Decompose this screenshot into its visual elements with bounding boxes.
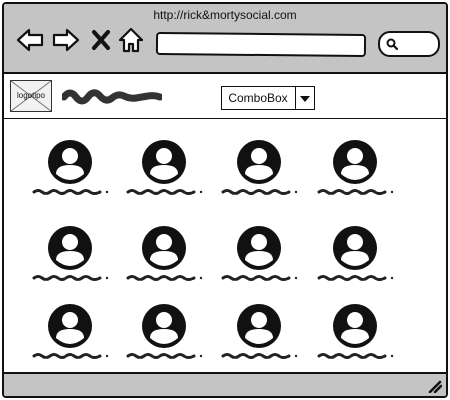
profile-name-scribble — [219, 274, 299, 282]
profile-card[interactable] — [315, 138, 395, 208]
search-input[interactable] — [378, 31, 440, 57]
profile-name-scribble — [30, 352, 110, 360]
profile-card[interactable] — [30, 224, 110, 294]
user-avatar-icon — [331, 138, 379, 186]
profile-name-scribble — [124, 188, 204, 196]
profile-card[interactable] — [219, 302, 299, 372]
back-arrow-icon[interactable] — [16, 27, 44, 53]
profile-card[interactable] — [124, 138, 204, 208]
user-avatar-icon — [235, 302, 283, 350]
address-bar[interactable] — [155, 31, 367, 58]
profile-name-scribble — [30, 274, 110, 282]
profile-card[interactable] — [124, 224, 204, 294]
combo-box-toggle[interactable] — [295, 87, 314, 109]
user-avatar-icon — [140, 138, 188, 186]
page-url: http://rick&mortysocial.com — [153, 8, 297, 22]
profile-name-scribble — [124, 352, 204, 360]
browser-window: http://rick&mortysocial.com logotipo Com… — [2, 2, 448, 398]
status-bar — [4, 372, 446, 396]
profile-name-scribble — [315, 274, 395, 282]
user-avatar-icon — [235, 224, 283, 272]
close-icon[interactable] — [90, 27, 112, 53]
user-avatar-icon — [46, 224, 94, 272]
user-avatar-icon — [140, 224, 188, 272]
profile-card[interactable] — [219, 138, 299, 208]
user-avatar-icon — [331, 224, 379, 272]
profile-card[interactable] — [124, 302, 204, 372]
browser-toolbar: http://rick&mortysocial.com — [4, 4, 446, 74]
profile-grid — [4, 120, 446, 372]
site-header: logotipo ComboBox — [4, 74, 446, 119]
home-icon[interactable] — [118, 27, 144, 53]
logo[interactable]: logotipo — [10, 80, 52, 112]
profile-name-scribble — [315, 352, 395, 360]
profile-card[interactable] — [315, 302, 395, 372]
profile-card[interactable] — [315, 224, 395, 294]
profile-name-scribble — [219, 188, 299, 196]
user-avatar-icon — [46, 302, 94, 350]
resize-grip-icon[interactable] — [428, 379, 442, 393]
site-title-scribble — [62, 87, 162, 105]
combo-box-value: ComboBox — [228, 91, 288, 105]
user-avatar-icon — [331, 302, 379, 350]
user-avatar-icon — [235, 138, 283, 186]
profile-name-scribble — [124, 274, 204, 282]
profile-name-scribble — [219, 352, 299, 360]
profile-card[interactable] — [219, 224, 299, 294]
user-avatar-icon — [140, 302, 188, 350]
profile-card[interactable] — [30, 302, 110, 372]
chevron-down-icon — [300, 96, 310, 102]
profile-name-scribble — [315, 188, 395, 196]
profile-card[interactable] — [30, 138, 110, 208]
user-avatar-icon — [46, 138, 94, 186]
search-icon[interactable] — [385, 37, 399, 51]
logo-text: logotipo — [16, 91, 46, 100]
forward-arrow-icon[interactable] — [52, 27, 80, 53]
profile-name-scribble — [30, 188, 110, 196]
combo-box[interactable]: ComboBox — [221, 86, 315, 110]
